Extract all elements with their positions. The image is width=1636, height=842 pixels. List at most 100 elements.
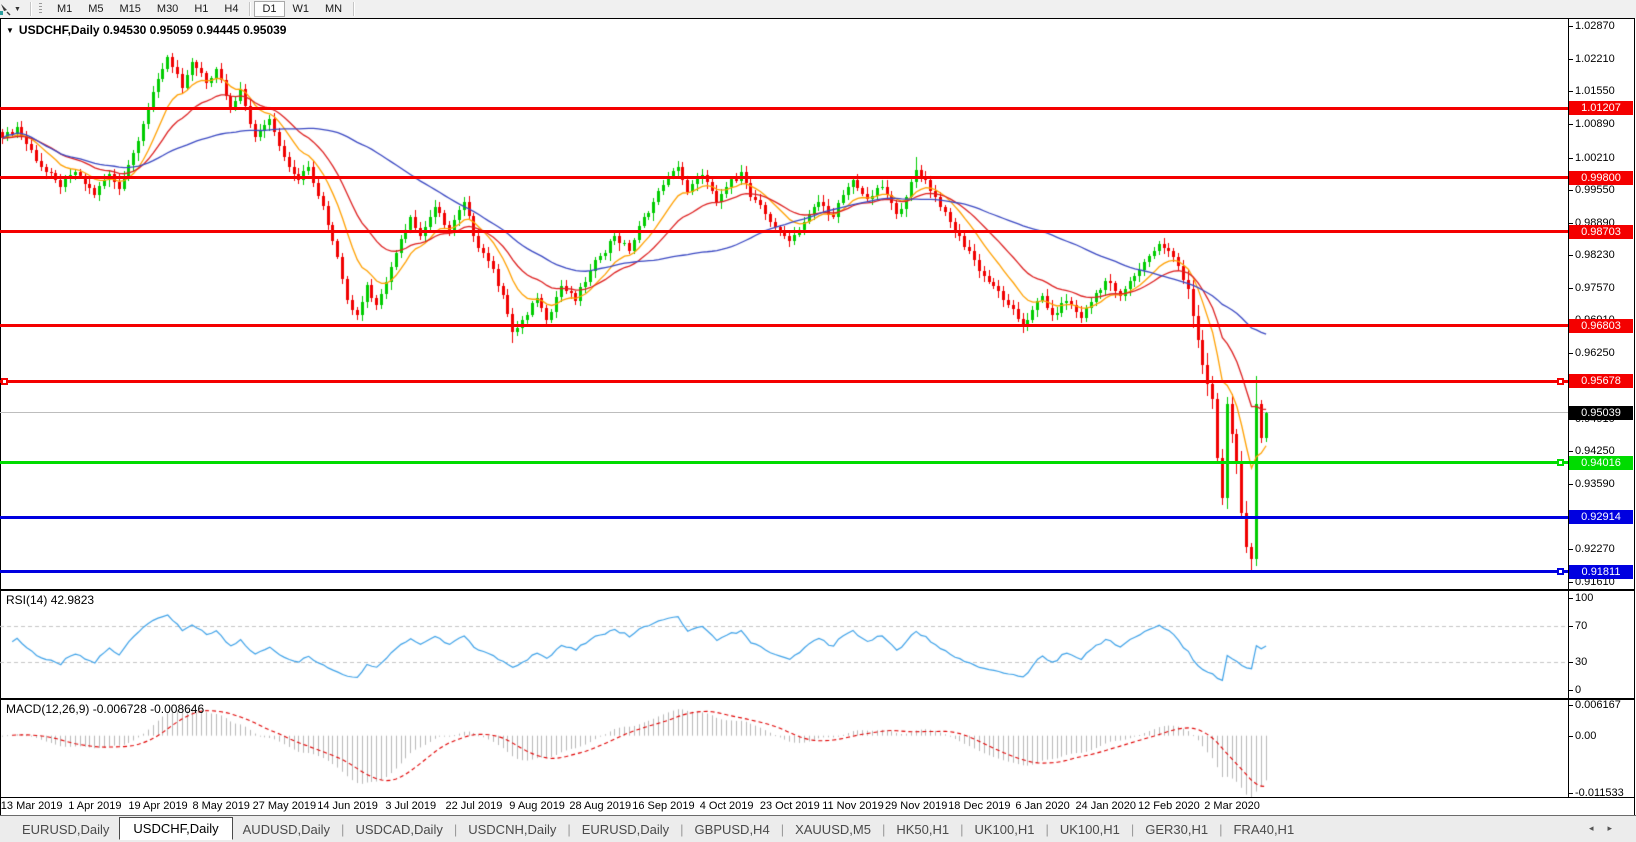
timeframe-button-d1[interactable]: D1 — [254, 1, 284, 17]
timeframe-button-h4[interactable]: H4 — [216, 1, 246, 17]
horizontal-level-line[interactable] — [0, 516, 1568, 519]
macd-tick-mark — [1568, 793, 1573, 794]
time-axis-label[interactable]: 23 Oct 2019 — [760, 800, 820, 812]
rsi-canvas[interactable] — [0, 591, 1568, 698]
time-axis-label[interactable]: 4 Oct 2019 — [700, 800, 754, 812]
time-axis-label[interactable]: 27 May 2019 — [253, 800, 317, 812]
tab-eurusd-daily[interactable]: EURUSD,Daily — [572, 819, 679, 840]
chevron-down-icon[interactable]: ▼ — [14, 6, 21, 13]
macd-values: -0.006728 -0.008646 — [93, 702, 204, 716]
mt4-window: ▼ M1M5M15M30H1H4 D1W1MN ▼ USDCHF,Daily 0.9… — [0, 0, 1636, 842]
time-axis-label[interactable]: 24 Jan 2020 — [1075, 800, 1136, 812]
price-level-badge: 0.91811 — [1569, 565, 1633, 579]
chart-ohlc-readout: 0.94530 0.95059 0.94445 0.95039 — [103, 23, 287, 37]
macd-canvas[interactable] — [0, 700, 1568, 797]
toolbar: ▼ M1M5M15M30H1H4 D1W1MN — [0, 0, 1636, 18]
price-level-badge: 0.99800 — [1569, 171, 1633, 185]
price-tick-mark — [1568, 124, 1573, 125]
time-axis-label[interactable]: 29 Nov 2019 — [885, 800, 947, 812]
rsi-tick-label: 70 — [1575, 620, 1587, 632]
horizontal-level-line[interactable] — [0, 230, 1568, 233]
timeframe-button-m5[interactable]: M5 — [80, 1, 111, 17]
tab-uk100-h1[interactable]: UK100,H1 — [1050, 819, 1130, 840]
price-level-badge: 0.96803 — [1569, 319, 1633, 333]
time-axis-label[interactable]: 8 May 2019 — [192, 800, 249, 812]
time-axis-label[interactable]: 22 Jul 2019 — [445, 800, 502, 812]
tab-usdcad-daily[interactable]: USDCAD,Daily — [345, 819, 452, 840]
line-drag-handle[interactable] — [1557, 378, 1564, 385]
time-axis-label[interactable]: 14 Jun 2019 — [317, 800, 378, 812]
price-level-badge: 1.01207 — [1569, 101, 1633, 115]
time-axis-label[interactable]: 6 Jan 2020 — [1015, 800, 1069, 812]
tab-audusd-daily[interactable]: AUDUSD,Daily — [233, 819, 340, 840]
time-axis-label[interactable]: 9 Aug 2019 — [509, 800, 565, 812]
chart-tabbar: EURUSD,DailyUSDCHF,DailyAUDUSD,Daily|USD… — [0, 816, 1636, 842]
line-drag-handle[interactable] — [1557, 459, 1564, 466]
cursor-tool-icon[interactable] — [0, 3, 11, 16]
macd-tick-label: 0.006167 — [1575, 699, 1621, 711]
tab-separator: | — [1131, 822, 1134, 837]
timeframe-button-w1[interactable]: W1 — [285, 1, 318, 17]
tab-xauusd-m5[interactable]: XAUUSD,M5 — [785, 819, 881, 840]
time-axis-label[interactable]: 2 Mar 2020 — [1204, 800, 1260, 812]
horizontal-level-line[interactable] — [0, 176, 1568, 179]
timeframe-button-mn[interactable]: MN — [317, 1, 350, 17]
tab-ger30-h1[interactable]: GER30,H1 — [1135, 819, 1218, 840]
tab-fra40-h1[interactable]: FRA40,H1 — [1223, 819, 1304, 840]
time-axis-label[interactable]: 18 Dec 2019 — [948, 800, 1010, 812]
tab-separator: | — [341, 822, 344, 837]
horizontal-level-line[interactable] — [0, 380, 1568, 383]
price-tick-mark — [1568, 582, 1573, 583]
time-axis-label[interactable]: 19 Apr 2019 — [128, 800, 187, 812]
tab-usdchf-daily[interactable]: USDCHF,Daily — [119, 817, 232, 840]
price-tick-label: 0.98230 — [1575, 249, 1615, 261]
time-axis-label[interactable]: 11 Nov 2019 — [822, 800, 884, 812]
price-tick-label: 0.96250 — [1575, 347, 1615, 359]
price-tick-label: 1.00890 — [1575, 118, 1615, 130]
timeframe-button-m15[interactable]: M15 — [112, 1, 149, 17]
rsi-tick-mark — [1568, 598, 1573, 599]
price-chart-canvas[interactable] — [0, 19, 1568, 589]
horizontal-level-line[interactable] — [0, 107, 1568, 110]
time-axis-label[interactable]: 13 Mar 2019 — [1, 800, 63, 812]
rsi-label: RSI(14) 42.9823 — [6, 593, 94, 607]
tab-usdcnh-daily[interactable]: USDCNH,Daily — [458, 819, 566, 840]
tab-separator: | — [882, 822, 885, 837]
line-drag-handle[interactable] — [1, 378, 8, 385]
time-axis-label[interactable]: 16 Sep 2019 — [632, 800, 694, 812]
price-tick-label: 1.01550 — [1575, 85, 1615, 97]
price-tick-mark — [1568, 59, 1573, 60]
chart-collapse-icon[interactable]: ▼ — [6, 26, 14, 35]
tab-scroll-arrows: ◂▸ — [1589, 823, 1626, 834]
tab-hk50-h1[interactable]: HK50,H1 — [886, 819, 959, 840]
toolbar-grip[interactable] — [39, 3, 42, 15]
time-axis-label[interactable]: 28 Aug 2019 — [569, 800, 631, 812]
time-axis-label[interactable]: 1 Apr 2019 — [68, 800, 121, 812]
horizontal-level-line[interactable] — [0, 324, 1568, 327]
tab-scroll-left-icon[interactable]: ◂ — [1589, 823, 1608, 833]
price-level-badge: 0.94016 — [1569, 456, 1633, 470]
tab-uk100-h1[interactable]: UK100,H1 — [964, 819, 1044, 840]
price-tick-mark — [1568, 484, 1573, 485]
time-axis-label[interactable]: 12 Feb 2020 — [1138, 800, 1200, 812]
price-tick-label: 1.02870 — [1575, 20, 1615, 32]
price-tick-mark — [1568, 190, 1573, 191]
line-drag-handle[interactable] — [1557, 568, 1564, 575]
tab-gbpusd-h4[interactable]: GBPUSD,H4 — [685, 819, 780, 840]
horizontal-level-line[interactable] — [0, 461, 1568, 464]
price-tick-mark — [1568, 353, 1573, 354]
tab-separator: | — [960, 822, 963, 837]
tab-separator: | — [680, 822, 683, 837]
horizontal-level-line[interactable] — [0, 570, 1568, 573]
tab-list: EURUSD,DailyUSDCHF,DailyAUDUSD,Daily|USD… — [12, 818, 1304, 841]
timeframe-button-h1[interactable]: H1 — [186, 1, 216, 17]
tab-eurusd-daily[interactable]: EURUSD,Daily — [12, 819, 119, 840]
tab-scroll-right-icon[interactable]: ▸ — [1607, 823, 1626, 833]
timeframe-button-m30[interactable]: M30 — [149, 1, 186, 17]
time-axis-label[interactable]: 3 Jul 2019 — [385, 800, 436, 812]
timeframe-button-m1[interactable]: M1 — [49, 1, 80, 17]
rsi-tick-label: 0 — [1575, 684, 1581, 696]
price-tick-mark — [1568, 223, 1573, 224]
chart-symbol: USDCHF,Daily — [19, 23, 100, 37]
price-tick-mark — [1568, 288, 1573, 289]
